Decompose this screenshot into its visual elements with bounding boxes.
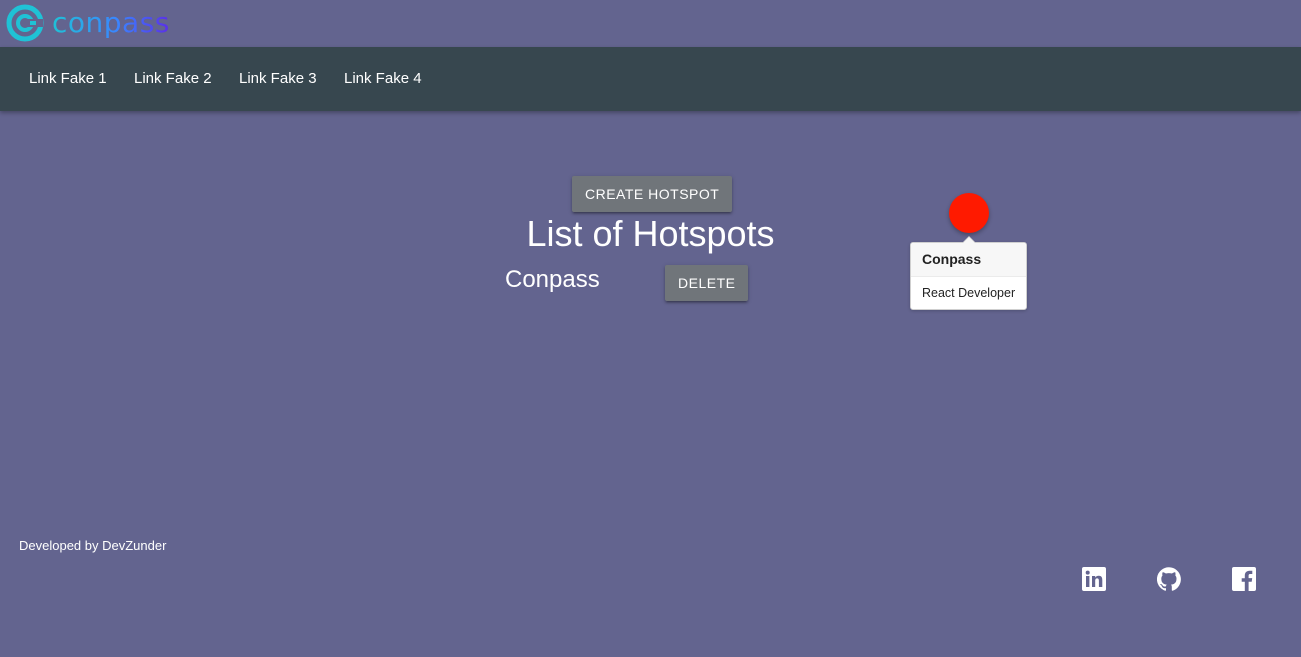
nav-link-4[interactable]: Link Fake 4 xyxy=(344,47,422,111)
page-title: List of Hotspots xyxy=(526,213,775,254)
conpass-logo-icon xyxy=(6,4,44,42)
nav-link-3[interactable]: Link Fake 3 xyxy=(239,47,317,111)
hotspot-name: Conpass xyxy=(505,266,600,293)
create-hotspot-button[interactable]: Create Hotspot xyxy=(572,176,733,212)
github-link[interactable] xyxy=(1157,567,1181,591)
hotspot-tooltip: Conpass React Developer xyxy=(910,236,1027,310)
tooltip-description: React Developer xyxy=(922,286,1016,300)
top-navbar: Link Fake 1 Link Fake 2 Link Fake 3 Link… xyxy=(0,47,1301,111)
hotspot-marker[interactable] xyxy=(949,193,989,233)
brand-name: conpass xyxy=(52,4,170,42)
linkedin-icon xyxy=(1082,567,1106,591)
facebook-icon xyxy=(1232,567,1256,591)
nav-link-2[interactable]: Link Fake 2 xyxy=(134,47,212,111)
delete-hotspot-button[interactable]: Delete xyxy=(665,265,749,301)
nav-link-1[interactable]: Link Fake 1 xyxy=(29,47,107,111)
footer-credit: Developed by DevZunder xyxy=(19,538,167,553)
github-icon xyxy=(1157,567,1181,591)
tooltip-title: Conpass xyxy=(911,243,1026,277)
facebook-link[interactable] xyxy=(1232,567,1256,591)
brand-logo[interactable]: conpass xyxy=(6,4,170,42)
linkedin-link[interactable] xyxy=(1082,567,1106,591)
